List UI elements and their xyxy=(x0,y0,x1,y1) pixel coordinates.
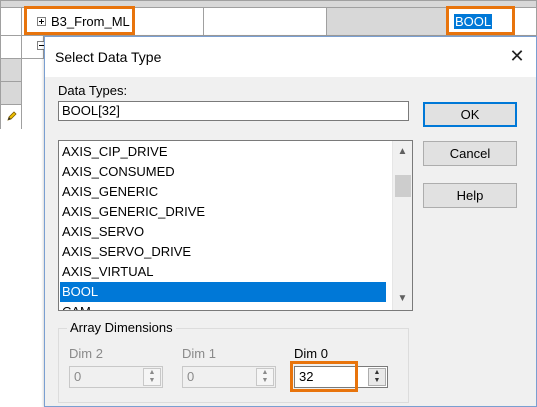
dim1-value: 0 xyxy=(187,369,195,384)
data-type-list[interactable]: AXIS_CIP_DRIVE AXIS_CONSUMED AXIS_GENERI… xyxy=(58,140,413,311)
scroll-up-icon[interactable]: ▲ xyxy=(393,142,412,162)
row-selector[interactable] xyxy=(0,35,22,59)
array-dimensions-label: Array Dimensions xyxy=(67,320,176,335)
spin-arrows-icon: ▲ ▼ xyxy=(143,368,161,386)
data-type-highlight xyxy=(446,6,515,35)
data-types-label: Data Types: xyxy=(58,83,128,98)
list-item[interactable]: AXIS_GENERIC_DRIVE xyxy=(60,202,386,222)
dim2-label: Dim 2 xyxy=(69,346,103,361)
base-tag-cell xyxy=(326,7,448,36)
list-item[interactable]: CAM xyxy=(60,302,386,310)
list-item[interactable]: AXIS_SERVO_DRIVE xyxy=(60,242,386,262)
row-selector[interactable] xyxy=(0,81,22,105)
data-type-input[interactable]: BOOL[32] xyxy=(58,101,409,121)
pencil-icon xyxy=(7,111,17,121)
list-scrollbar[interactable]: ▲ ▼ xyxy=(392,141,412,310)
select-data-type-dialog: Select Data Type ✕ Data Types: BOOL[32] … xyxy=(44,36,537,407)
tag-name-highlight xyxy=(24,6,135,35)
alias-cell[interactable] xyxy=(203,7,327,36)
dim1-stepper: 0 ▲ ▼ xyxy=(182,366,276,388)
dim1-label: Dim 1 xyxy=(182,346,216,361)
close-icon[interactable]: ✕ xyxy=(506,45,528,67)
row-selector[interactable] xyxy=(0,7,22,36)
dim0-highlight xyxy=(290,361,358,392)
grid-empty-area xyxy=(0,129,44,407)
list-item[interactable]: AXIS_SERVO xyxy=(60,222,386,242)
spin-arrows-icon: ▲ ▼ xyxy=(256,368,274,386)
dim2-value: 0 xyxy=(74,369,82,384)
dim2-stepper: 0 ▲ ▼ xyxy=(69,366,163,388)
scroll-down-icon[interactable]: ▼ xyxy=(393,289,412,309)
help-button[interactable]: Help xyxy=(423,183,517,208)
dialog-title: Select Data Type xyxy=(55,49,162,65)
ok-button[interactable]: OK xyxy=(423,102,517,127)
scroll-thumb[interactable] xyxy=(395,175,411,197)
dim0-label: Dim 0 xyxy=(294,346,328,361)
list-item[interactable]: AXIS_CONSUMED xyxy=(60,162,386,182)
list-item[interactable]: AXIS_GENERIC xyxy=(60,182,386,202)
list-item[interactable]: AXIS_VIRTUAL xyxy=(60,262,386,282)
list-item[interactable]: AXIS_CIP_DRIVE xyxy=(60,142,386,162)
dialog-titlebar[interactable]: Select Data Type ✕ xyxy=(45,37,536,77)
row-selector[interactable] xyxy=(0,58,22,82)
list-item-selected[interactable]: BOOL xyxy=(60,282,386,302)
cancel-button[interactable]: Cancel xyxy=(423,141,517,166)
spin-arrows-icon[interactable]: ▲ ▼ xyxy=(368,368,386,386)
